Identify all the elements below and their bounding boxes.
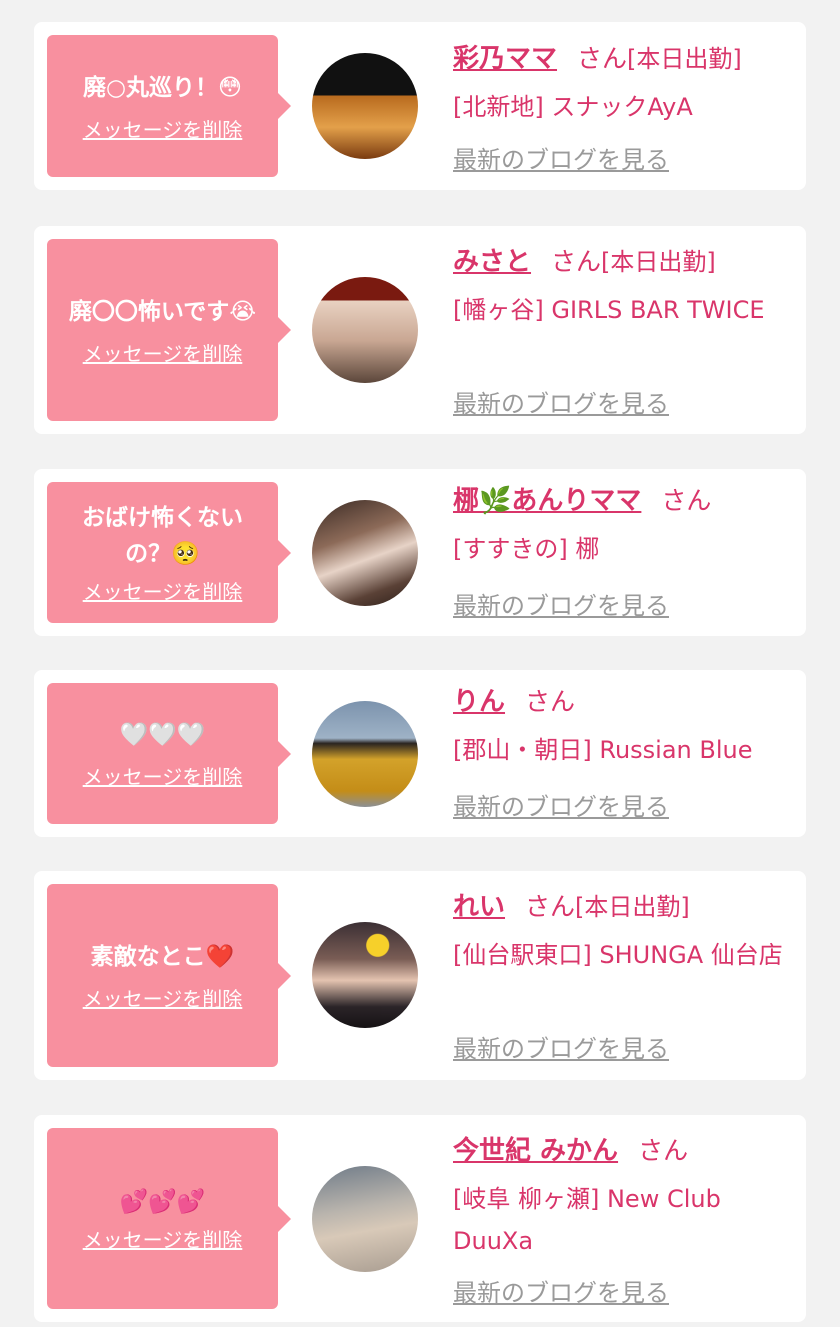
- message-card: 🤍🤍🤍 メッセージを削除 りん さん [郡山・朝日] Russian Blue 最…: [34, 670, 806, 837]
- honorific: さん: [661, 486, 712, 515]
- avatar[interactable]: [312, 1166, 418, 1272]
- cast-info: 彩乃ママ さん[本日出勤] [北新地] スナックAyA: [453, 37, 793, 128]
- delete-message-link[interactable]: メッセージを削除: [83, 983, 243, 1012]
- shop-name: [郡山・朝日] Russian Blue: [453, 736, 753, 764]
- message-bubble: おばけ怖くないの？🥺 メッセージを削除: [47, 482, 291, 623]
- avatar[interactable]: [312, 500, 418, 606]
- shop-name: [岐阜 柳ヶ瀬] New Club DuuXa: [453, 1185, 721, 1255]
- avatar[interactable]: [312, 53, 418, 159]
- message-card: 廃○丸巡り！😳 メッセージを削除 彩乃ママ さん[本日出勤] [北新地] スナック…: [34, 22, 806, 190]
- cast-info: りん さん [郡山・朝日] Russian Blue: [453, 680, 793, 771]
- view-blog-link[interactable]: 最新のブログを見る: [453, 1029, 669, 1064]
- message-bubble: 🤍🤍🤍 メッセージを削除: [47, 683, 291, 824]
- honorific: さん: [525, 892, 576, 921]
- view-blog-link[interactable]: 最新のブログを見る: [453, 586, 669, 621]
- delete-message-link[interactable]: メッセージを削除: [83, 576, 243, 605]
- message-text: 廃○丸巡り！😳: [82, 74, 243, 101]
- message-text: おばけ怖くないの？🥺: [82, 505, 243, 567]
- cast-info: 今世紀 みかん さん [岐阜 柳ヶ瀬] New Club DuuXa: [453, 1129, 793, 1262]
- cast-info: みさと さん[本日出勤] [幡ヶ谷] GIRLS BAR TWICE: [453, 240, 793, 331]
- shop-name: [幡ヶ谷] GIRLS BAR TWICE: [453, 296, 765, 324]
- status-badge: [本日出勤]: [575, 893, 690, 921]
- shop-name: [北新地] スナックAyA: [453, 93, 693, 121]
- delete-message-link[interactable]: メッセージを削除: [83, 338, 243, 367]
- cast-name-link[interactable]: みさと: [453, 247, 531, 277]
- delete-message-link[interactable]: メッセージを削除: [83, 114, 243, 143]
- shop-name: [仙台駅東口] SHUNGA 仙台店: [453, 941, 783, 969]
- message-bubble: 💕💕💕 メッセージを削除: [47, 1128, 291, 1309]
- avatar[interactable]: [312, 701, 418, 807]
- avatar[interactable]: [312, 922, 418, 1028]
- view-blog-link[interactable]: 最新のブログを見る: [453, 384, 669, 419]
- cast-name-link[interactable]: りん: [453, 687, 505, 717]
- honorific: さん: [551, 247, 602, 276]
- cast-name-link[interactable]: れい: [453, 892, 505, 922]
- cast-name-link[interactable]: 今世紀 みかん: [453, 1136, 618, 1166]
- message-card: 廃〇〇怖いです😭 メッセージを削除 みさと さん[本日出勤] [幡ヶ谷] GIRL…: [34, 226, 806, 434]
- honorific: さん: [577, 44, 628, 73]
- message-card: 素敵なとこ❤️ メッセージを削除 れい さん[本日出勤] [仙台駅東口] SHUN…: [34, 871, 806, 1080]
- avatar[interactable]: [312, 277, 418, 383]
- message-text: 廃〇〇怖いです😭: [68, 298, 257, 325]
- view-blog-link[interactable]: 最新のブログを見る: [453, 140, 669, 175]
- honorific: さん: [525, 687, 576, 716]
- cast-name-link[interactable]: 彩乃ママ: [453, 44, 557, 74]
- delete-message-link[interactable]: メッセージを削除: [83, 1224, 243, 1253]
- delete-message-link[interactable]: メッセージを削除: [83, 761, 243, 790]
- cast-name-link[interactable]: 梛🌿あんりママ: [453, 486, 641, 516]
- message-bubble: 素敵なとこ❤️ メッセージを削除: [47, 884, 291, 1067]
- message-text: 素敵なとこ❤️: [90, 944, 235, 970]
- status-badge: [本日出勤]: [601, 248, 716, 276]
- view-blog-link[interactable]: 最新のブログを見る: [453, 1273, 669, 1308]
- shop-name: [すすきの] 梛: [453, 535, 600, 563]
- view-blog-link[interactable]: 最新のブログを見る: [453, 787, 669, 822]
- message-card: 💕💕💕 メッセージを削除 今世紀 みかん さん [岐阜 柳ヶ瀬] New Club…: [34, 1115, 806, 1322]
- message-text: 🤍🤍🤍: [119, 722, 206, 748]
- message-card: おばけ怖くないの？🥺 メッセージを削除 梛🌿あんりママ さん [すすきの] 梛 最…: [34, 469, 806, 636]
- cast-info: 梛🌿あんりママ さん [すすきの] 梛: [453, 479, 793, 570]
- message-bubble: 廃○丸巡り！😳 メッセージを削除: [47, 35, 291, 177]
- cast-info: れい さん[本日出勤] [仙台駅東口] SHUNGA 仙台店: [453, 885, 793, 976]
- honorific: さん: [638, 1136, 689, 1165]
- message-text: 💕💕💕: [119, 1189, 206, 1215]
- message-bubble: 廃〇〇怖いです😭 メッセージを削除: [47, 239, 291, 421]
- status-badge: [本日出勤]: [627, 45, 742, 73]
